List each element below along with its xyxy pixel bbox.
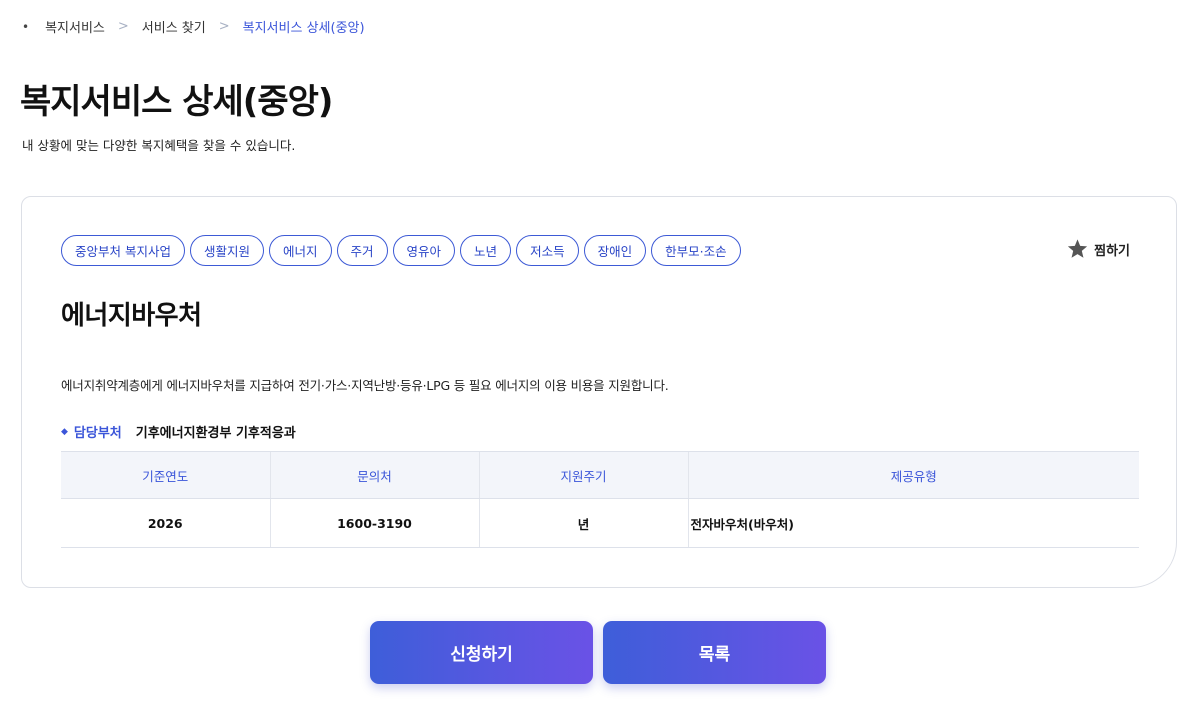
diamond-bullet-icon: ◆ [61, 426, 68, 437]
header-provision-type: 제공유형 [687, 451, 1139, 499]
tag-living-support[interactable]: 생활지원 [189, 235, 264, 266]
cell-base-year: 2026 [61, 498, 270, 548]
breadcrumb-welfare-services[interactable]: 복지서비스 [45, 17, 105, 36]
table-header-row: 기준연도 문의처 지원주기 제공유형 [61, 451, 1139, 499]
list-button[interactable]: 목록 [603, 621, 826, 684]
breadcrumb-find-service[interactable]: 서비스 찾기 [142, 17, 206, 36]
service-detail-card: 중앙부처 복지사업 생활지원 에너지 주거 영유아 노년 저소득 장애인 한부모… [21, 196, 1177, 588]
tag-housing[interactable]: 주거 [336, 235, 388, 266]
tag-elderly[interactable]: 노년 [460, 235, 512, 266]
breadcrumb-bullet: • [22, 19, 30, 34]
service-description: 에너지취약계층에게 에너지바우처를 지급하여 전기·가스·지역난방·등유·LPG… [61, 378, 669, 393]
tag-central-ministry[interactable]: 중앙부처 복지사업 [61, 235, 185, 266]
table-row: 2026 1600-3190 년 전자바우처(바우처) [61, 498, 1139, 548]
favorite-button[interactable]: 찜하기 [1066, 238, 1130, 260]
page-title: 복지서비스 상세(중앙) [20, 82, 333, 122]
breadcrumb: • 복지서비스 > 서비스 찾기 > 복지서비스 상세(중앙) [22, 17, 365, 36]
apply-button[interactable]: 신청하기 [370, 621, 593, 684]
chevron-right-icon: > [218, 19, 230, 34]
star-icon [1067, 239, 1088, 258]
tag-single-parent[interactable]: 한부모·조손 [651, 235, 741, 266]
department-value: 기후에너지환경부 기후적응과 [135, 426, 296, 441]
cell-contact: 1600-3190 [269, 498, 479, 548]
page-subtitle: 내 상황에 맞는 다양한 복지혜택을 찾을 수 있습니다. [22, 138, 296, 153]
cell-provision-type: 전자바우처(바우처) [687, 498, 1139, 548]
tag-disabled[interactable]: 장애인 [583, 235, 647, 266]
category-tags: 중앙부처 복지사업 생활지원 에너지 주거 영유아 노년 저소득 장애인 한부모… [61, 235, 741, 266]
tag-infants[interactable]: 영유아 [392, 235, 456, 266]
header-base-year: 기준연도 [61, 451, 270, 499]
service-info-table: 기준연도 문의처 지원주기 제공유형 2026 1600-3190 년 전자바우… [61, 451, 1139, 548]
header-contact: 문의처 [269, 451, 479, 499]
department-label: 담당부처 [73, 426, 122, 441]
chevron-right-icon: > [117, 19, 129, 34]
favorite-label: 찜하기 [1094, 243, 1130, 259]
tag-low-income[interactable]: 저소득 [516, 235, 579, 266]
cell-support-cycle: 년 [478, 498, 688, 548]
breadcrumb-current: 복지서비스 상세(중앙) [242, 21, 365, 36]
tag-energy[interactable]: 에너지 [269, 235, 332, 266]
department-row: ◆ 담당부처 기후에너지환경부 기후적응과 [61, 422, 296, 441]
action-buttons: 신청하기 목록 [370, 621, 826, 684]
service-title: 에너지바우처 [61, 301, 202, 331]
header-support-cycle: 지원주기 [478, 451, 688, 499]
